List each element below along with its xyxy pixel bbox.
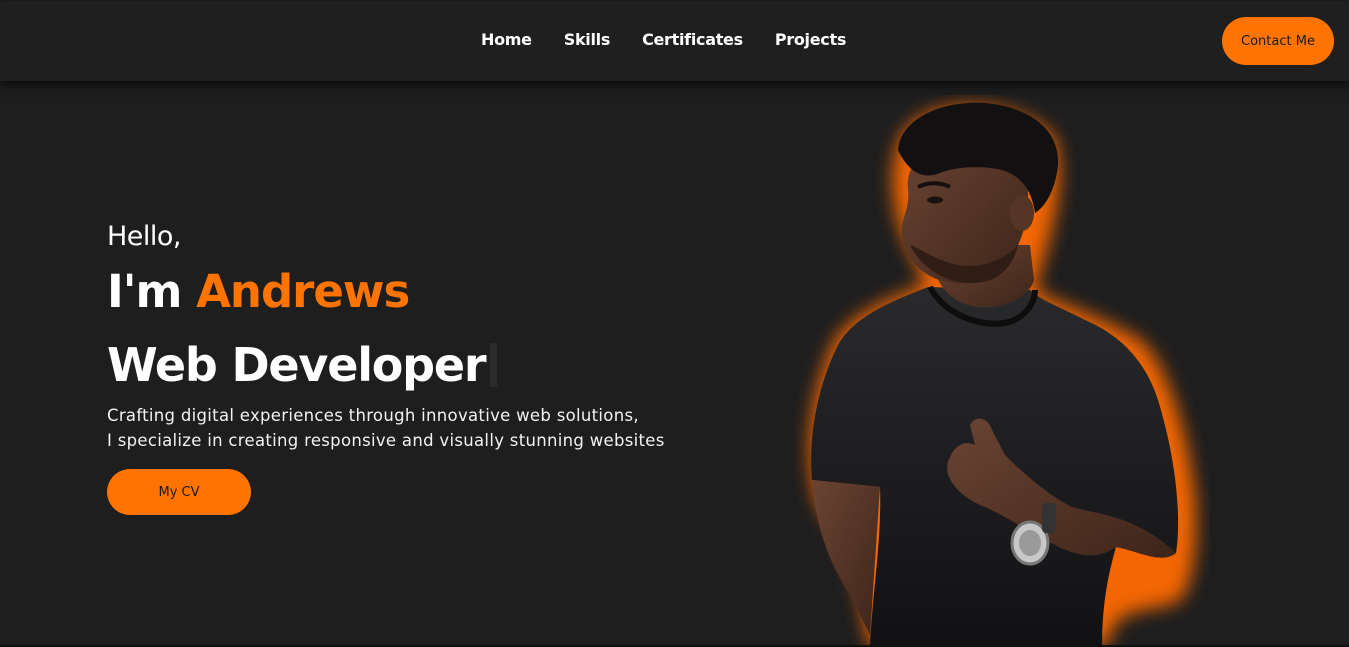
nav-links: Home Skills Certificates Projects [481,30,846,49]
description-line-2: I specialize in creating responsive and … [107,431,665,450]
my-cv-button[interactable]: My CV [107,469,251,515]
intro-prefix: I'm [107,265,197,318]
typing-caret [490,343,498,387]
hero-intro: I'm Andrews [107,265,410,318]
description-line-1: Crafting digital experiences through inn… [107,406,639,425]
nav-link-home[interactable]: Home [481,30,532,49]
nav-link-projects[interactable]: Projects [775,30,847,49]
contact-me-button[interactable]: Contact Me [1222,17,1334,65]
navbar: Home Skills Certificates Projects Contac… [0,1,1349,81]
hero-description: Crafting digital experiences through inn… [107,403,665,453]
hero-name: Andrews [196,265,410,318]
nav-link-skills[interactable]: Skills [564,30,611,49]
profile-photo [809,102,1197,647]
hero-role: Web Developer [107,338,498,392]
nav-link-certificates[interactable]: Certificates [642,30,743,49]
hero-greeting: Hello, [107,221,182,252]
role-text: Web Developer [107,338,487,392]
